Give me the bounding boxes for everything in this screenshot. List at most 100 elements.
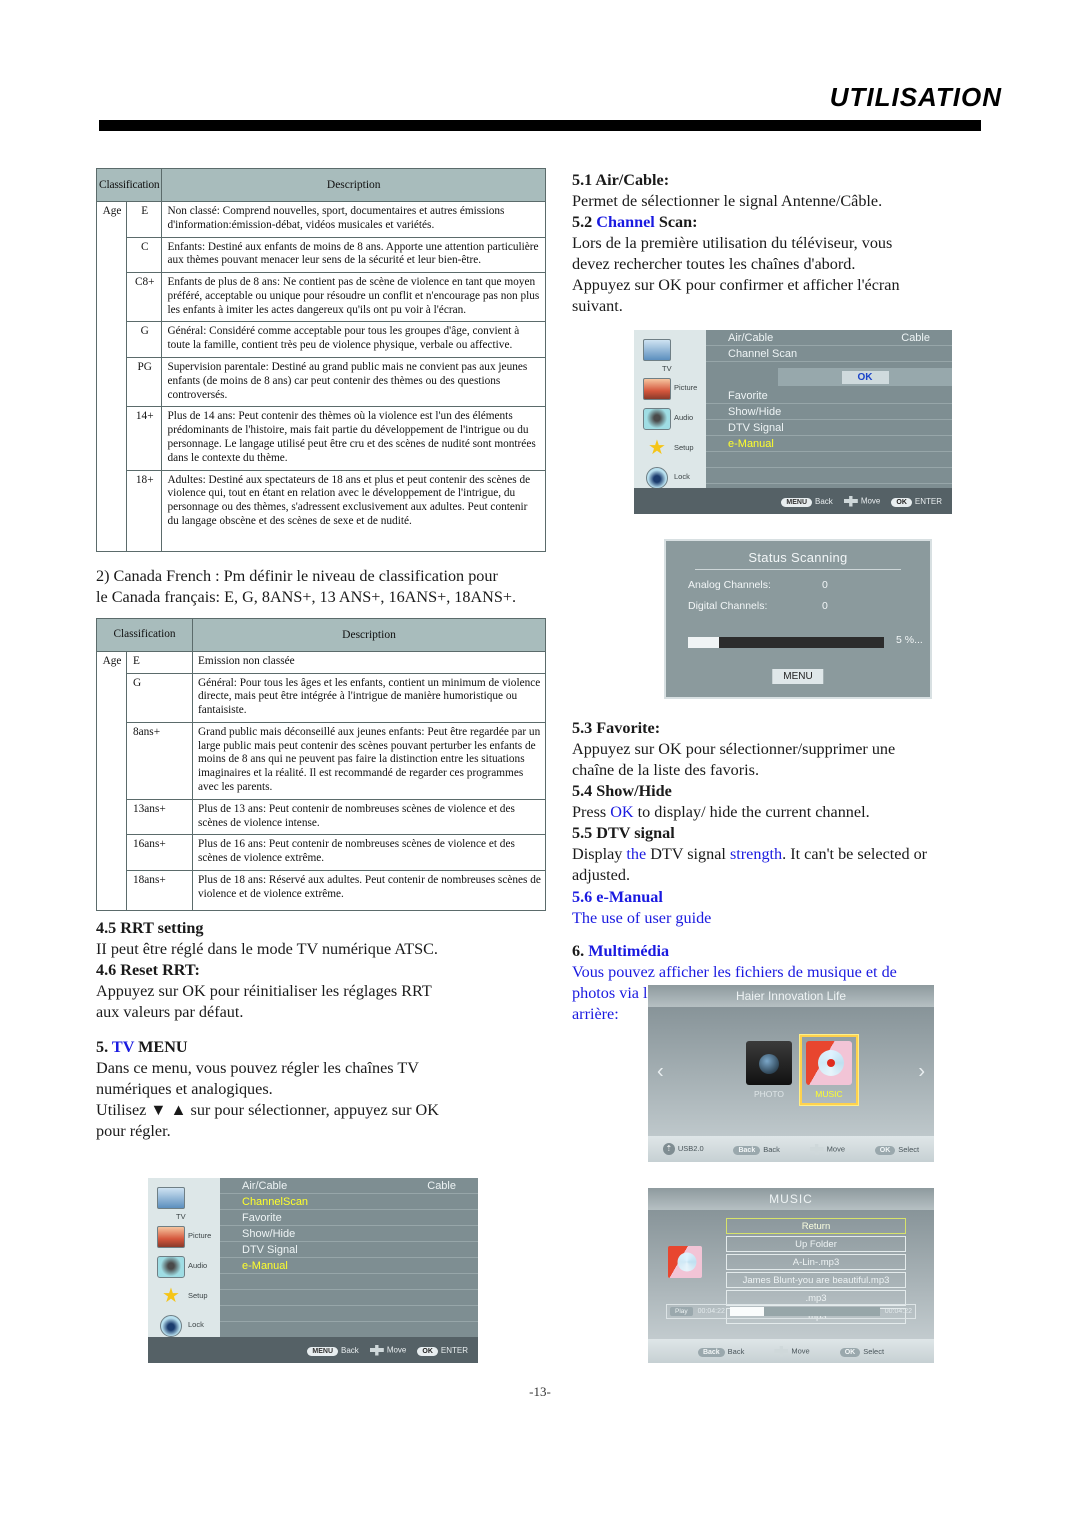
canada-french-note: 2) Canada French : Pm définir le niveau … bbox=[96, 566, 546, 608]
right-column: 5.1 Air/Cable: Permet de sélectionner le… bbox=[572, 170, 992, 317]
section-5-title-rest: MENU bbox=[138, 1037, 188, 1056]
s54-blue: OK bbox=[610, 803, 634, 822]
section-5-4-title: 5.4 Show/Hide bbox=[572, 782, 672, 801]
ok-button[interactable]: OK bbox=[891, 497, 912, 507]
list-item[interactable]: A-Lin-.mp3 bbox=[726, 1254, 906, 1270]
osd-row-empty bbox=[706, 468, 952, 484]
digital-channels-row: Digital Channels: 0 bbox=[666, 591, 930, 612]
osd-row-value: Cable bbox=[901, 332, 930, 344]
section-5-2-number: 5.2 bbox=[572, 213, 593, 232]
menu-button[interactable]: MENU bbox=[781, 497, 813, 507]
table2-header-classification: Classification bbox=[96, 617, 193, 652]
status-scanning-dialog: Status Scanning Analog Channels: 0 Digit… bbox=[664, 539, 932, 699]
osd-row-label: DTV Signal bbox=[728, 422, 784, 434]
table1-desc: Général: Considéré comme acceptable pour… bbox=[161, 321, 546, 359]
table-row: Age E Emission non classée bbox=[96, 650, 546, 911]
osd-row-air-cable[interactable]: Air/Cable Cable bbox=[706, 330, 952, 346]
canada-french-note-line2: le Canada français: E, G, 8ANS+, 13 ANS+… bbox=[96, 587, 517, 606]
osd-move-hint: Move bbox=[369, 1344, 406, 1356]
table1-desc: Non classé: Comprend nouvelles, sport, d… bbox=[161, 201, 546, 238]
list-item[interactable]: Up Folder bbox=[726, 1236, 906, 1252]
ml-select-hint: OK Select bbox=[839, 1346, 885, 1357]
section-5-2-body-line2: devez rechercher toutes les chaînes d'ab… bbox=[572, 255, 856, 274]
status-scanning-title: Status Scanning bbox=[748, 550, 848, 565]
osd-row-e-manual[interactable]: e-Manual bbox=[706, 436, 952, 452]
osd-row-value: Cable bbox=[427, 1180, 456, 1192]
osd-item-label: Picture bbox=[188, 1231, 212, 1240]
usb-hint: ⇡ USB2.0 bbox=[662, 1143, 704, 1155]
table1-code: PG bbox=[126, 357, 163, 408]
tile-photo[interactable]: PHOTO bbox=[740, 1041, 798, 1099]
osd-row-show-hide[interactable]: Show/Hide bbox=[706, 404, 952, 420]
tile-music-label: MUSIC bbox=[815, 1089, 843, 1099]
section-5-2-body-line3: Appuyez sur OK pour confirmer et affiche… bbox=[572, 276, 900, 295]
osd-enter-label: ENTER bbox=[914, 496, 942, 506]
table2-desc: Plus de 18 ans: Réservé aux adultes. Peu… bbox=[192, 869, 546, 911]
s55-b: DTV signal bbox=[646, 845, 730, 864]
analog-channels-label: Analog Channels: bbox=[688, 579, 771, 591]
section-5-3-body-line2: chaîne de la liste des favoris. bbox=[572, 761, 759, 780]
osd-row-favorite[interactable]: Favorite bbox=[706, 388, 952, 404]
osd-ok-confirm-row: OK bbox=[778, 368, 952, 386]
back-button[interactable]: Back bbox=[697, 1347, 725, 1357]
osd-row-show-hide[interactable]: Show/Hide bbox=[220, 1226, 478, 1242]
tile-music[interactable]: MUSIC bbox=[799, 1034, 859, 1106]
ok-button[interactable]: OK bbox=[874, 1145, 896, 1155]
play-button[interactable]: Play bbox=[670, 1307, 693, 1316]
osd-row-favorite[interactable]: Favorite bbox=[220, 1210, 478, 1226]
multimedia-body: ‹ › PHOTO MUSIC bbox=[648, 1007, 934, 1136]
s55-a: Display bbox=[572, 845, 627, 864]
back-button[interactable]: Back bbox=[733, 1145, 761, 1155]
mm-move-label: Move bbox=[826, 1143, 845, 1153]
osd-move-label: Move bbox=[860, 496, 881, 506]
osd-row-empty bbox=[220, 1274, 478, 1290]
ok-button[interactable]: OK bbox=[417, 1346, 438, 1356]
list-item[interactable]: James Blunt-you are beautiful.mp3 bbox=[726, 1272, 906, 1288]
table-row: 8ans+ Grand public mais déconseillé aux … bbox=[97, 721, 546, 800]
table-row: C Enfants: Destiné aux enfants de moins … bbox=[97, 236, 546, 274]
table2-code: 16ans+ bbox=[126, 834, 193, 871]
osd-row-e-manual[interactable]: e-Manual bbox=[220, 1258, 478, 1274]
osd-row-dtv-signal[interactable]: DTV Signal bbox=[706, 420, 952, 436]
osd-back-label: Back bbox=[815, 496, 833, 506]
progress-track[interactable] bbox=[729, 1307, 880, 1316]
osd-item-label: Audio bbox=[188, 1261, 208, 1270]
section-5-2-title: 5.2 Channel Scan: bbox=[572, 212, 992, 233]
osd-row-label: ChannelScan bbox=[242, 1196, 309, 1208]
osd-item-label: TV bbox=[176, 1212, 186, 1221]
table-row: 18+ Adultes: Destiné aux spectateurs de … bbox=[97, 469, 546, 552]
chevron-left-icon[interactable]: ‹ bbox=[657, 1060, 664, 1083]
ok-button[interactable]: OK bbox=[839, 1347, 861, 1357]
osd-item-label: Picture bbox=[674, 383, 698, 392]
table-row: 13ans+ Plus de 13 ans: Peut contenir de … bbox=[97, 798, 546, 836]
osd-row-dtv-signal[interactable]: DTV Signal bbox=[220, 1242, 478, 1258]
section-5-title: 5. TV MENU bbox=[96, 1037, 546, 1058]
menu-button[interactable]: MENU bbox=[307, 1346, 339, 1356]
table2-code: 18ans+ bbox=[126, 869, 193, 911]
osd-item-label: Audio bbox=[674, 413, 694, 422]
ok-button[interactable]: OK bbox=[841, 370, 889, 384]
osd-row-empty bbox=[706, 452, 952, 468]
music-player-progress[interactable]: Play 00:04:22 00:04:22 bbox=[666, 1304, 916, 1319]
usb-label: USB2.0 bbox=[677, 1143, 704, 1153]
table1-age-label: Age bbox=[95, 201, 128, 552]
music-list-screenshot: MUSIC Return Up Folder A-Lin-.mp3 James … bbox=[648, 1188, 934, 1363]
osd-item-label: Lock bbox=[188, 1320, 204, 1329]
tv-icon bbox=[157, 1187, 185, 1209]
chevron-right-icon[interactable]: › bbox=[918, 1060, 925, 1083]
osd-row-channel-scan[interactable]: ChannelScan bbox=[220, 1194, 478, 1210]
table2-code: E bbox=[126, 650, 193, 674]
multimedia-title: Haier Innovation Life bbox=[648, 985, 934, 1007]
osd-sidebar: TV Picture Audio ★ Setup Lock bbox=[634, 330, 706, 489]
osd-row-empty bbox=[220, 1290, 478, 1306]
music-cd-icon bbox=[806, 1041, 852, 1085]
menu-button[interactable]: MENU bbox=[772, 669, 824, 684]
page-title: UTILISATION bbox=[829, 82, 1002, 112]
section-5-2-title-blue: Channel bbox=[596, 213, 655, 232]
table-row: G Général: Considéré comme acceptable po… bbox=[97, 321, 546, 359]
osd-row-air-cable[interactable]: Air/Cable Cable bbox=[220, 1178, 478, 1194]
camera-icon bbox=[746, 1041, 792, 1085]
osd-row-channel-scan[interactable]: Channel Scan bbox=[706, 346, 952, 362]
list-item[interactable]: Return bbox=[726, 1218, 906, 1234]
ml-select-label: Select bbox=[863, 1346, 885, 1356]
